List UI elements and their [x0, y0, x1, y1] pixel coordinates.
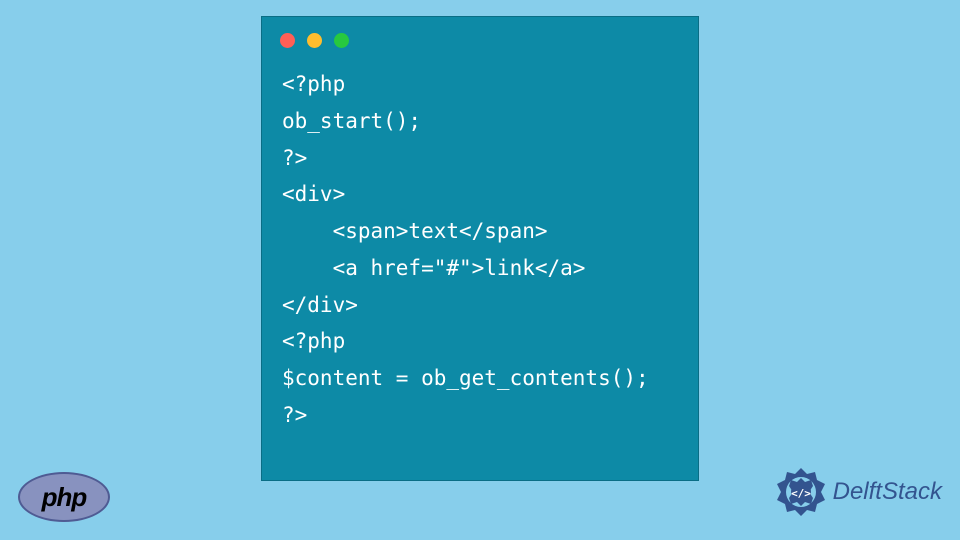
window-controls: [262, 17, 698, 56]
maximize-dot-icon: [334, 33, 349, 48]
delftstack-gear-icon: </>: [775, 466, 827, 518]
code-window: <?php ob_start(); ?> <div> <span>text</s…: [261, 16, 699, 481]
svg-text:</>: </>: [791, 487, 811, 500]
minimize-dot-icon: [307, 33, 322, 48]
delftstack-logo-text: DelftStack: [833, 478, 942, 506]
php-logo-text: php: [42, 482, 87, 513]
php-logo: php: [18, 472, 110, 522]
close-dot-icon: [280, 33, 295, 48]
code-content: <?php ob_start(); ?> <div> <span>text</s…: [262, 56, 698, 454]
delftstack-logo: </> DelftStack: [775, 466, 942, 518]
